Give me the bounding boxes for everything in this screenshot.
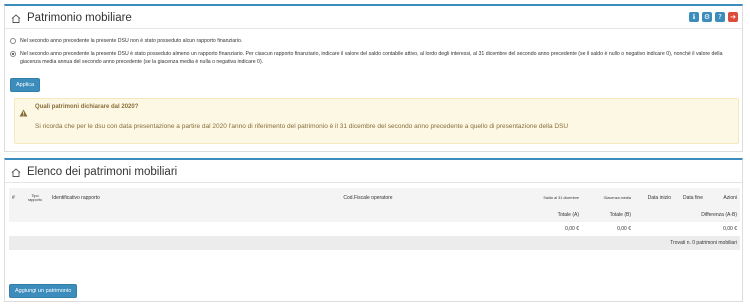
option-no-rapporto[interactable]: Nel secondo anno precedente la presente … [10, 37, 736, 45]
col-data-fine-header: Data fine [682, 195, 703, 201]
col-saldo-header: Saldo al 31 dicembre [543, 195, 579, 200]
elenco-patrimoni-panel: Elenco dei patrimoni mobiliari # Tipo ra… [4, 158, 743, 302]
divider [5, 182, 742, 183]
section-title: Elenco dei patrimoni mobiliari [27, 166, 178, 178]
table-header-row: # Tipo rapporto Identificativo rapporto … [9, 188, 740, 208]
patrimoni-table: # Tipo rapporto Identificativo rapporto … [9, 188, 740, 250]
warning-icon [19, 104, 28, 122]
option-yes-label: Nel secondo anno precedente la presente … [20, 51, 723, 65]
totals-value-row: 0,00 € 0,00 € 0,00 € [9, 222, 740, 236]
radio-no-rapporto[interactable] [10, 38, 16, 44]
totale-b-value: 0,00 € [617, 226, 631, 232]
option-no-label: Nel secondo anno precedente la presente … [20, 38, 243, 44]
col-giacenza-header: Giacenza media [603, 195, 631, 200]
differenza-label: Differenza (A-B) [701, 212, 737, 218]
col-num-header: # [12, 195, 15, 201]
home-icon [11, 167, 21, 177]
col-tipo-header: Tipo rapporto [27, 193, 43, 203]
radio-si-rapporto[interactable] [10, 51, 16, 57]
panel-header: Elenco dei patrimoni mobiliari [11, 166, 177, 178]
home-icon [11, 13, 21, 23]
settings-icon[interactable]: ⚙ [702, 12, 712, 22]
totale-a-value: 0,00 € [565, 226, 579, 232]
table-footer-row: Trovati n. 0 patrimoni mobiliari [9, 236, 740, 250]
patrimonio-mobiliare-panel: Patrimonio mobiliare ℹ ⚙ ? ➔ Nel secondo… [4, 4, 743, 152]
col-data-inizio-header: Data inizio [647, 195, 671, 201]
exit-icon[interactable]: ➔ [728, 12, 738, 22]
alert-text: Si ricorda che per le dsu con data prese… [35, 123, 569, 130]
col-cf-header: Cod.Fiscale operatore [343, 195, 393, 201]
divider [5, 28, 742, 29]
panel-toolbar: ℹ ⚙ ? ➔ [689, 12, 738, 22]
totale-a-label: Totale (A) [557, 212, 579, 218]
apply-button[interactable]: Applica [10, 78, 41, 92]
col-identificativo-header: Identificativo rapporto [52, 195, 100, 201]
col-azioni-header: Azioni [723, 195, 737, 201]
alert-title: Quali patrimoni dichiarare dal 2020? [35, 104, 139, 110]
panel-header: Patrimonio mobiliare [11, 12, 132, 24]
info-icon[interactable]: ℹ [689, 12, 699, 22]
info-alert: Quali patrimoni dichiarare dal 2020? Si … [14, 98, 739, 144]
page-title: Patrimonio mobiliare [27, 12, 132, 24]
totals-label-row: Totale (A) Totale (B) Differenza (A-B) [9, 208, 740, 222]
add-patrimonio-button[interactable]: Aggiungi un patrimonio [9, 284, 78, 298]
option-si-rapporto[interactable]: Nel secondo anno precedente la presente … [10, 50, 736, 66]
totale-b-label: Totale (B) [609, 212, 631, 218]
found-count: Trovati n. 0 patrimoni mobiliari [670, 240, 737, 246]
differenza-value: 0,00 € [723, 226, 737, 232]
help-icon[interactable]: ? [715, 12, 725, 22]
